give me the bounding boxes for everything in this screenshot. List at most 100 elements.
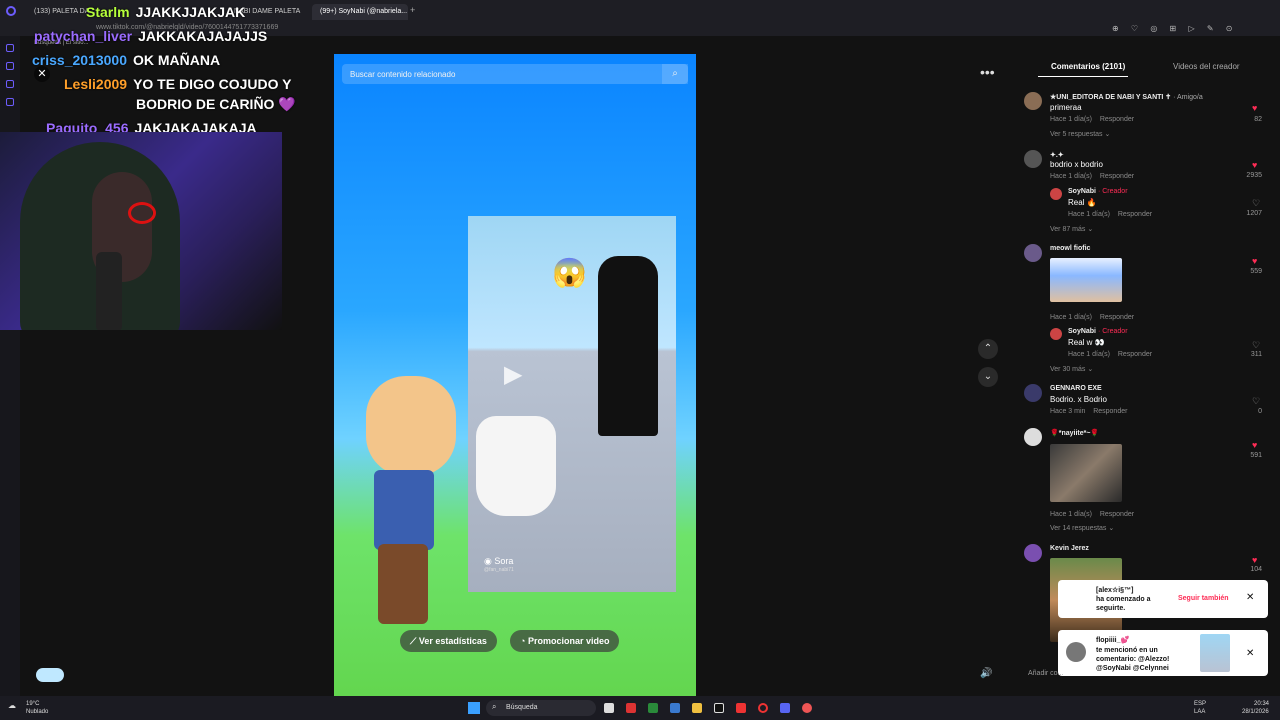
close-icon[interactable]: ✕ bbox=[1246, 592, 1254, 603]
sidebar-app-icon[interactable] bbox=[6, 62, 14, 70]
avatar[interactable] bbox=[1050, 188, 1062, 200]
video-player[interactable]: Buscar contenido relacionado ⌕ 😱 ▶ ◉ Sor… bbox=[334, 54, 696, 696]
language-indicator[interactable]: ESP bbox=[1194, 701, 1206, 707]
app-icon[interactable] bbox=[626, 703, 636, 713]
reply-button[interactable]: Responder bbox=[1100, 511, 1134, 518]
avatar[interactable] bbox=[1024, 244, 1042, 262]
browser-toolbar-icons[interactable]: ⊕ ♡ ◎ ⊞ ▷ ✎ ⊙ bbox=[1112, 24, 1237, 33]
taskbar-search[interactable]: Búsqueda bbox=[486, 700, 596, 716]
reply-button[interactable]: Responder bbox=[1093, 408, 1127, 415]
clock-date[interactable]: 28/1/2026 bbox=[1242, 709, 1269, 715]
view-replies-button[interactable]: Ver 14 respuestas ⌄ bbox=[1050, 524, 1114, 532]
avatar[interactable] bbox=[1066, 642, 1086, 662]
comment-username[interactable]: SoyNabi · Creador bbox=[1068, 188, 1128, 195]
toggle-pill[interactable] bbox=[36, 668, 64, 682]
add-comment-input[interactable]: Añadir co... bbox=[1028, 670, 1063, 677]
start-icon[interactable] bbox=[468, 702, 480, 714]
view-stats-button[interactable]: ⟋ Ver estadísticas bbox=[400, 630, 497, 652]
sidebar-app-icon[interactable] bbox=[6, 98, 14, 106]
comment-username[interactable]: 🌹*nayiite*~🌹 bbox=[1050, 429, 1099, 437]
chat-message: patychan_liver JAKKAKAJAJAJJS bbox=[34, 28, 267, 44]
new-tab-icon[interactable]: + bbox=[410, 5, 415, 15]
mention-notification[interactable]: flopiiii_💕 te mencionó en un comentario:… bbox=[1058, 630, 1268, 676]
comment-username[interactable]: Kevin Jerez bbox=[1050, 545, 1089, 552]
comment-text: Bodrio. x Bodrio bbox=[1050, 395, 1107, 404]
language-indicator[interactable]: LAA bbox=[1194, 709, 1205, 715]
avatar[interactable] bbox=[1024, 428, 1042, 446]
prev-video-icon[interactable]: ⌃ bbox=[978, 339, 998, 359]
heart-icon[interactable]: ♥ bbox=[1252, 555, 1257, 565]
close-icon[interactable]: ✕ bbox=[1246, 648, 1254, 659]
view-replies-button[interactable]: Ver 87 más ⌄ bbox=[1050, 225, 1093, 233]
heart-icon[interactable]: ♥ bbox=[1252, 160, 1257, 170]
follow-back-button[interactable]: Seguir también bbox=[1178, 595, 1229, 602]
avatar[interactable] bbox=[1024, 384, 1042, 402]
discord-icon[interactable] bbox=[780, 703, 790, 713]
follow-notification[interactable]: [alex☆i§™] ha comenzado a seguirte. Segu… bbox=[1058, 580, 1268, 618]
promote-video-button[interactable]: ◔ Promocionar video bbox=[510, 630, 620, 652]
more-options-icon[interactable]: ••• bbox=[980, 65, 996, 79]
app-icon[interactable] bbox=[648, 703, 658, 713]
notification-text: comentario: @Alezzo! bbox=[1096, 656, 1170, 663]
clock-time[interactable]: 20:34 bbox=[1254, 701, 1269, 707]
tab-comments[interactable]: Comentarios (2101) bbox=[1051, 62, 1125, 71]
chat-text: JJAKKJJAKJAK bbox=[135, 4, 246, 20]
notification-text: [alex☆i§™] bbox=[1096, 587, 1134, 594]
reply-button[interactable]: Responder bbox=[1100, 314, 1134, 321]
task-view-icon[interactable] bbox=[604, 703, 614, 713]
mention-thumbnail[interactable] bbox=[1200, 634, 1230, 672]
app-icon[interactable] bbox=[670, 703, 680, 713]
opera-icon[interactable] bbox=[758, 703, 768, 713]
search-icon: ⌕ bbox=[492, 702, 497, 711]
comment-username[interactable]: SoyNabi · Creador bbox=[1068, 328, 1128, 335]
avatar[interactable] bbox=[1024, 544, 1042, 562]
tab-underline bbox=[1038, 76, 1128, 77]
avatar[interactable] bbox=[1024, 92, 1042, 110]
heart-icon[interactable]: ♡ bbox=[1252, 340, 1260, 351]
comment-meta: Hace 1 día(s) Responder bbox=[1050, 314, 1135, 321]
chat-username: criss_2013000 bbox=[32, 52, 127, 68]
tab-creator-videos[interactable]: Videos del creador bbox=[1173, 62, 1240, 71]
comment-text: bodrio x bodrio bbox=[1050, 160, 1103, 169]
comment-text: Real w 👀 bbox=[1068, 338, 1105, 347]
sidebar-app-icon[interactable] bbox=[6, 44, 14, 52]
search-icon[interactable]: ⌕ bbox=[662, 64, 688, 84]
app-icon[interactable] bbox=[714, 703, 724, 713]
reply-button[interactable]: Responder bbox=[1100, 116, 1134, 123]
view-replies-button[interactable]: Ver 5 respuestas ⌄ bbox=[1050, 130, 1110, 138]
reply-button[interactable]: Responder bbox=[1100, 173, 1134, 180]
like-count: 0 bbox=[1258, 408, 1262, 415]
comment-meta: Hace 3 min Responder bbox=[1050, 408, 1128, 415]
comment-image[interactable] bbox=[1050, 444, 1122, 502]
app-icon[interactable] bbox=[802, 703, 812, 713]
character-suit bbox=[598, 256, 658, 436]
next-video-icon[interactable]: ⌄ bbox=[978, 367, 998, 387]
related-search-input[interactable]: Buscar contenido relacionado ⌕ bbox=[342, 64, 688, 84]
taskbar bbox=[0, 696, 1280, 720]
play-icon[interactable]: ▶ bbox=[504, 360, 522, 389]
heart-icon[interactable]: ♡ bbox=[1252, 198, 1260, 209]
reply-button[interactable]: Responder bbox=[1118, 211, 1152, 218]
heart-icon[interactable]: ♥ bbox=[1252, 256, 1257, 266]
heart-icon[interactable]: ♥ bbox=[1252, 103, 1257, 113]
volume-icon[interactable]: 🔊 bbox=[980, 668, 992, 679]
like-count: 1207 bbox=[1246, 210, 1262, 217]
browser-tab-active[interactable]: (99+) SoyNabi (@nabriela... bbox=[312, 4, 408, 20]
comment-username[interactable]: GENNARO EXE bbox=[1050, 385, 1102, 392]
heart-icon[interactable]: ♡ bbox=[1252, 396, 1260, 407]
comment-username[interactable]: ✦.✦ bbox=[1050, 151, 1064, 159]
chat-message: Lesli2009 YO TE DIGO COJUDO Y bbox=[64, 76, 292, 92]
view-replies-button[interactable]: Ver 30 más ⌄ bbox=[1050, 365, 1093, 373]
comment-username[interactable]: ★UNI_EDITORA DE NABI Y SANTI ✝ · Amigo/a bbox=[1050, 93, 1203, 101]
reply-button[interactable]: Responder bbox=[1118, 351, 1152, 358]
comment-image[interactable] bbox=[1050, 258, 1122, 302]
sidebar-app-icon[interactable] bbox=[6, 80, 14, 88]
app-icon[interactable] bbox=[736, 703, 746, 713]
folder-icon[interactable] bbox=[692, 703, 702, 713]
comment-username[interactable]: meowl fiofic bbox=[1050, 245, 1090, 252]
avatar[interactable] bbox=[1050, 328, 1062, 340]
close-video-icon[interactable]: ✕ bbox=[34, 66, 50, 82]
watermark: ◉ Sora @fan_nabi71 bbox=[484, 556, 514, 573]
avatar[interactable] bbox=[1024, 150, 1042, 168]
heart-icon[interactable]: ♥ bbox=[1252, 440, 1257, 450]
